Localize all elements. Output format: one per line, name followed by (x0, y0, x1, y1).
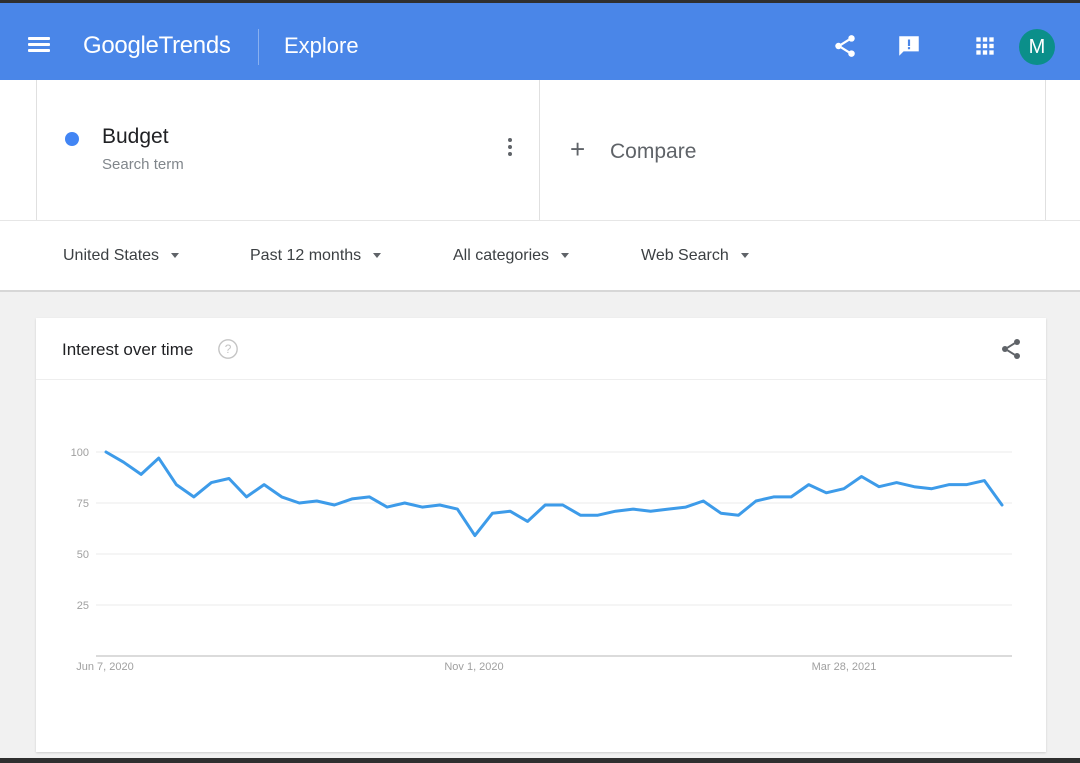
region-filter-label: United States (63, 247, 160, 264)
more-options-icon[interactable] (505, 138, 515, 160)
google-trends-logo[interactable]: GoogleTrends (83, 32, 231, 60)
search-term-card[interactable]: Budget Search term (36, 80, 540, 220)
y-tick-label: 25 (77, 600, 89, 612)
x-tick-label: Jun 7, 2020 (76, 661, 134, 673)
term-name: Budget (102, 125, 169, 148)
x-tick-label: Nov 1, 2020 (444, 661, 503, 673)
x-tick-label: Mar 28, 2021 (812, 661, 877, 673)
series-line[interactable] (104, 450, 1004, 538)
line-chart[interactable]: 100 75 50 25 Jun 7, 2020 Nov 1, 2020 Mar 28, … (36, 380, 1046, 752)
dropdown-arrow-icon (561, 253, 570, 259)
compare-label: Compare (610, 140, 697, 163)
share-icon[interactable] (832, 33, 858, 59)
logo-trends-text: Trends (158, 32, 231, 59)
y-tick-label: 75 (77, 498, 89, 510)
category-filter[interactable]: All categories (453, 247, 570, 265)
time-filter[interactable]: Past 12 months (250, 247, 382, 265)
screen-edge (0, 758, 1080, 763)
plus-icon: + (570, 134, 586, 164)
explore-panel: Budget Search term + Compare United Stat… (0, 80, 1080, 292)
interest-over-time-card: Interest over time ? 100 75 50 25 Jun 7, 20… (36, 318, 1046, 752)
logo-google-text: Google (83, 32, 159, 59)
x-axis-labels: Jun 7, 2020 Nov 1, 2020 Mar 28, 2021 (76, 661, 876, 673)
filters-bar: United States Past 12 months All categor… (0, 220, 1080, 292)
apps-icon[interactable] (972, 33, 998, 59)
term-color-dot (65, 132, 79, 146)
svg-text:?: ? (225, 342, 232, 356)
term-type: Search term (102, 156, 184, 173)
dropdown-arrow-icon (373, 253, 382, 259)
chart-share-icon[interactable] (999, 337, 1023, 361)
y-tick-label: 100 (71, 447, 89, 459)
category-filter-label: All categories (453, 247, 550, 264)
account-avatar[interactable]: M (1019, 29, 1055, 65)
dropdown-arrow-icon (740, 253, 749, 259)
page-title: Explore (284, 33, 359, 58)
y-axis-labels: 100 75 50 25 (71, 447, 89, 612)
time-filter-label: Past 12 months (250, 247, 362, 264)
menu-icon[interactable] (28, 37, 50, 53)
header-divider (258, 29, 259, 65)
compare-button[interactable]: + Compare (540, 80, 1046, 220)
top-app-bar: GoogleTrends Explore M (0, 0, 1080, 80)
chart-title: Interest over time (62, 340, 194, 359)
y-tick-label: 50 (77, 549, 89, 561)
chart-header: Interest over time ? (36, 318, 1046, 380)
feedback-icon[interactable] (896, 33, 922, 59)
region-filter[interactable]: United States (63, 247, 180, 265)
series-layer (104, 450, 1004, 538)
dropdown-arrow-icon (171, 253, 180, 259)
help-icon[interactable]: ? (217, 338, 239, 360)
search-type-filter[interactable]: Web Search (641, 247, 749, 265)
search-type-filter-label: Web Search (641, 247, 729, 264)
